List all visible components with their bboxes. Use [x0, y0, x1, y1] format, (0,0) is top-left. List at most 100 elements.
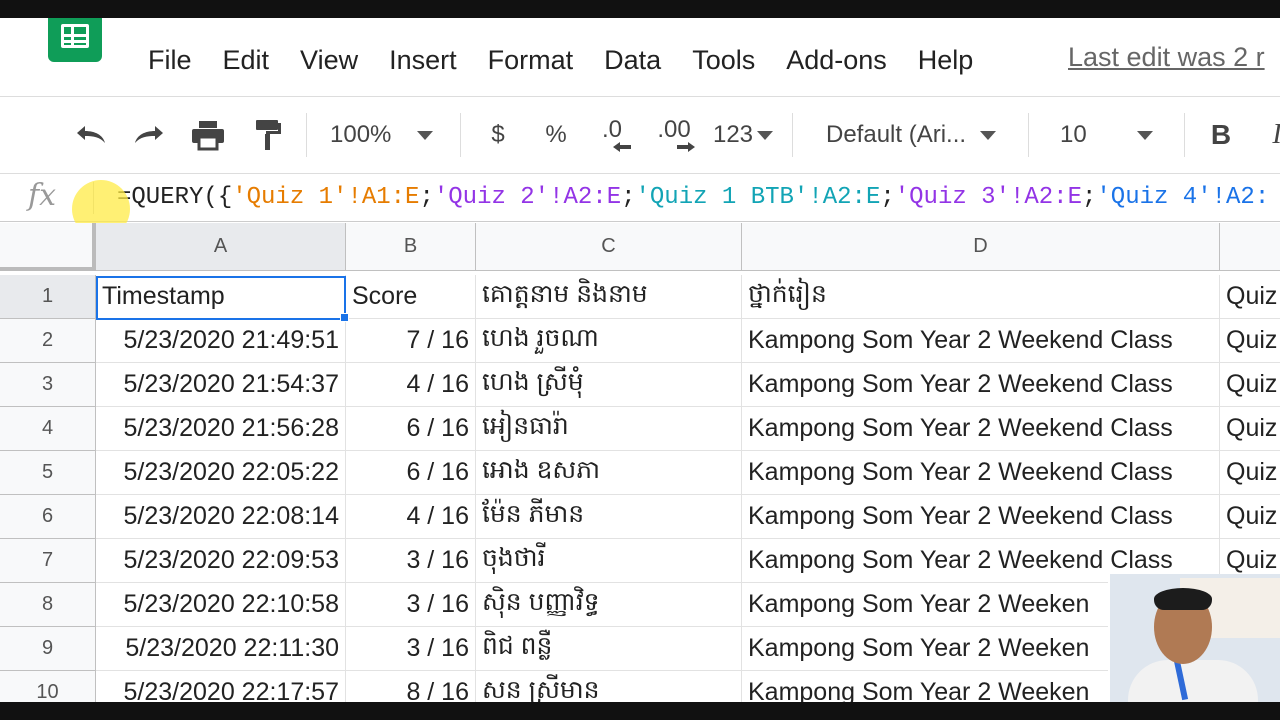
formula-part: 'Quiz 1 BTB'!A2:E: [635, 184, 881, 211]
cell-d2[interactable]: Kampong Som Year 2 Weekend Class: [742, 319, 1220, 363]
formula-part: 'Quiz 1'!A1:E: [232, 184, 420, 211]
cell-b6[interactable]: 4 / 16: [346, 495, 476, 539]
row-header[interactable]: 2: [0, 319, 96, 363]
increase-decimal-button[interactable]: .00: [648, 115, 700, 155]
more-formats-select[interactable]: 123: [708, 115, 778, 155]
currency-format-button[interactable]: $: [480, 115, 516, 155]
decrease-decimal-label: .0: [601, 116, 622, 143]
menu-help[interactable]: Help: [918, 45, 974, 76]
cell-b4[interactable]: 6 / 16: [346, 407, 476, 451]
row-header[interactable]: 7: [0, 539, 96, 583]
cell-b1[interactable]: Score: [346, 275, 476, 319]
cell-b9[interactable]: 3 / 16: [346, 627, 476, 671]
cell-c1[interactable]: គោត្តនាម និងនាម: [476, 275, 742, 319]
row-header[interactable]: 8: [0, 583, 96, 627]
decrease-decimal-button[interactable]: .0: [590, 115, 634, 155]
formula-part: 'Quiz 4'!A2:: [1096, 184, 1270, 211]
zoom-select[interactable]: 100%: [330, 115, 450, 155]
select-all-corner[interactable]: [0, 223, 96, 271]
cell-c9[interactable]: ពិជ ពន្លឺ: [476, 627, 742, 671]
cell-a4[interactable]: 5/23/2020 21:56:28: [96, 407, 346, 451]
cell-b10[interactable]: 8 / 16: [346, 671, 476, 702]
cell-3[interactable]: Quiz: [1220, 363, 1280, 407]
cell-d1[interactable]: ថ្នាក់រៀន: [742, 275, 1220, 319]
cell-b3[interactable]: 4 / 16: [346, 363, 476, 407]
formula-part: ;: [419, 184, 434, 211]
row-header[interactable]: 4: [0, 407, 96, 451]
column-header[interactable]: A: [96, 223, 346, 271]
cell-b5[interactable]: 6 / 16: [346, 451, 476, 495]
cell-c8[interactable]: ស៊ិន បញ្ញាវិទ្ធ: [476, 583, 742, 627]
menu-edit[interactable]: Edit: [223, 45, 270, 76]
cell-d3[interactable]: Kampong Som Year 2 Weekend Class: [742, 363, 1220, 407]
row-header[interactable]: 10: [0, 671, 96, 702]
cell-d5[interactable]: Kampong Som Year 2 Weekend Class: [742, 451, 1220, 495]
font-family-value: Default (Ari...: [826, 121, 967, 148]
font-size-value: 10: [1060, 121, 1087, 148]
cell-a6[interactable]: 5/23/2020 22:08:14: [96, 495, 346, 539]
cell-c5[interactable]: អោង ឧសភា: [476, 451, 742, 495]
menu-data[interactable]: Data: [604, 45, 661, 76]
cell-c7[interactable]: ចុងថារី: [476, 539, 742, 583]
cell-a9[interactable]: 5/23/2020 22:11:30: [96, 627, 346, 671]
row-header[interactable]: 6: [0, 495, 96, 539]
cell-5[interactable]: Quiz: [1220, 451, 1280, 495]
italic-button[interactable]: I: [1262, 115, 1280, 155]
cell-6[interactable]: Quiz: [1220, 495, 1280, 539]
undo-icon[interactable]: [70, 115, 112, 155]
cell-c10[interactable]: សន ស្រីមាន: [476, 671, 742, 702]
cell-a5[interactable]: 5/23/2020 22:05:22: [96, 451, 346, 495]
cell-a3[interactable]: 5/23/2020 21:54:37: [96, 363, 346, 407]
spreadsheet-grid: A B C D 1 Timestamp Score គោត្តនាម និងនាម ថ្នាក់…: [0, 223, 1280, 702]
row-header[interactable]: 5: [0, 451, 96, 495]
sheets-logo-icon[interactable]: [48, 18, 102, 62]
cell-1[interactable]: Quiz: [1220, 275, 1280, 319]
last-edit-link[interactable]: Last edit was 2 r: [1068, 42, 1265, 73]
font-size-select[interactable]: 10: [1060, 115, 1170, 155]
cell-b8[interactable]: 3 / 16: [346, 583, 476, 627]
cell-2[interactable]: Quiz: [1220, 319, 1280, 363]
menu-insert[interactable]: Insert: [389, 45, 457, 76]
column-header[interactable]: D: [742, 223, 1220, 271]
print-icon[interactable]: [186, 115, 230, 155]
paint-format-icon[interactable]: [246, 115, 290, 155]
cell-b2[interactable]: 7 / 16: [346, 319, 476, 363]
menu-file[interactable]: File: [148, 45, 192, 76]
toolbar: 100% $ % .0 .00 123 Default (Ari... 10 B…: [0, 96, 1280, 174]
menu-format[interactable]: Format: [488, 45, 574, 76]
cell-d6[interactable]: Kampong Som Year 2 Weekend Class: [742, 495, 1220, 539]
menu-tools[interactable]: Tools: [692, 45, 755, 76]
arrow-left-icon: [613, 142, 631, 152]
cell-a8[interactable]: 5/23/2020 22:10:58: [96, 583, 346, 627]
column-header[interactable]: B: [346, 223, 476, 271]
font-family-select[interactable]: Default (Ari...: [826, 115, 1012, 155]
row-header[interactable]: 3: [0, 363, 96, 407]
cell-a10[interactable]: 5/23/2020 22:17:57: [96, 671, 346, 702]
formula-bar: fx =QUERY({'Quiz 1'!A1:E;'Quiz 2'!A2:E;'…: [0, 174, 1280, 222]
redo-icon[interactable]: [128, 115, 170, 155]
percent-format-button[interactable]: %: [538, 115, 574, 155]
cell-c3[interactable]: ហេង ស្រីមុំ: [476, 363, 742, 407]
fill-handle[interactable]: [340, 313, 349, 322]
cell-c4[interactable]: អៀនធារ៉ា: [476, 407, 742, 451]
cell-c6[interactable]: ម៉ែន ភីមាន: [476, 495, 742, 539]
cell-a7[interactable]: 5/23/2020 22:09:53: [96, 539, 346, 583]
menu-view[interactable]: View: [300, 45, 358, 76]
fx-icon: fx: [28, 178, 57, 213]
cell-c2[interactable]: ហេង រួចណា: [476, 319, 742, 363]
cell-a1[interactable]: Timestamp: [96, 275, 346, 319]
increase-decimal-label: .00: [657, 116, 691, 143]
cell-b7[interactable]: 3 / 16: [346, 539, 476, 583]
row-header[interactable]: 1: [0, 275, 96, 319]
formula-input[interactable]: =QUERY({'Quiz 1'!A1:E;'Quiz 2'!A2:E;'Qui…: [117, 184, 1269, 211]
cell-d4[interactable]: Kampong Som Year 2 Weekend Class: [742, 407, 1220, 451]
row-header[interactable]: 9: [0, 627, 96, 671]
column-header[interactable]: [1220, 223, 1280, 271]
webcam-overlay: [1108, 574, 1280, 702]
bold-button[interactable]: B: [1204, 115, 1238, 155]
cell-4[interactable]: Quiz: [1220, 407, 1280, 451]
cell-a2[interactable]: 5/23/2020 21:49:51: [96, 319, 346, 363]
column-header[interactable]: C: [476, 223, 742, 271]
menu-addons[interactable]: Add-ons: [786, 45, 887, 76]
more-formats-label: 123: [712, 121, 754, 148]
